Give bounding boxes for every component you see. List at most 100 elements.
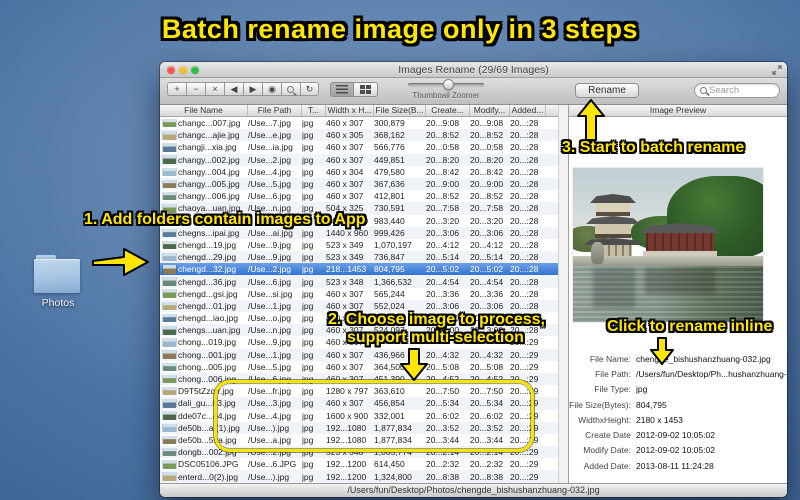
cell-type: jpg — [302, 239, 314, 250]
file-thumbnail — [162, 313, 176, 323]
vertical-scrollbar[interactable] — [558, 105, 568, 483]
cell-type: jpg — [302, 471, 314, 482]
view-mode-toggle — [330, 82, 378, 97]
table-row[interactable]: changy...006.jpg/Use...6.jpg jpg 460 x 307… — [160, 190, 558, 202]
search-icon — [286, 85, 296, 95]
cell-dims: 523 x 348 — [326, 276, 364, 287]
grid-view-button[interactable] — [354, 82, 378, 97]
metadata-value[interactable]: jpg — [636, 384, 647, 394]
file-thumbnail — [162, 301, 176, 311]
cell-path: /Use...4.jpg — [248, 166, 291, 177]
cell-add: 20...:28 — [510, 264, 539, 275]
metadata-value[interactable]: 2012-09-02 10:05:02 — [636, 430, 715, 440]
photos-folder[interactable]: Photos — [34, 255, 84, 313]
cell-mod: 20...3:36 — [470, 288, 504, 299]
table-row[interactable]: chengd...29.jpg/Use...9.jpg jpg 523 x 349 7… — [160, 251, 558, 264]
cell-path: /Use...6.JPG — [248, 459, 297, 470]
table-row[interactable]: changc...ajie.jpg/Use...e.jpg jpg 460 x 30… — [160, 129, 558, 142]
cell-cre: 20...7:58 — [426, 203, 460, 214]
cell-path: /Use...9.jpg — [248, 252, 291, 263]
table-row[interactable]: changy...002.jpg/Use...2.jpg jpg 460 x 307… — [160, 153, 558, 166]
table-row[interactable]: chengd...gsi.jpg/Use...si.jpg jpg 460 x 30… — [160, 288, 558, 300]
cell-type: jpg — [302, 337, 314, 348]
cell-size: 1,324,800 — [374, 471, 412, 482]
search-button[interactable] — [281, 82, 300, 96]
folder-label: Photos — [41, 297, 75, 309]
step2-down-arrow-icon — [400, 348, 428, 381]
metadata-label: Modify Date: — [583, 445, 631, 456]
file-thumbnail — [162, 386, 176, 396]
cell-add: 20...:28 — [510, 118, 539, 129]
cell-dims: 460 x 307 — [326, 288, 364, 299]
table-row[interactable]: DSC05106.JPG/Use...6.JPG jpg 192...1200 614… — [160, 458, 558, 470]
table-row[interactable]: changc...007.jpg/Use...7.jpg jpg 460 x 307… — [160, 117, 558, 129]
metadata-label: WidthxHeight: — [578, 414, 631, 425]
column-header[interactable]: File Size(B... — [374, 105, 426, 116]
cell-cre: 20...3:36 — [426, 288, 460, 299]
file-thumbnail — [162, 411, 176, 420]
table-row[interactable]: chengd...19.jpg/Use...9.jpg jpg 523 x 349 1… — [160, 239, 558, 251]
thumbnail-zoomer-slider[interactable] — [408, 79, 484, 90]
cell-name: chong...001.jpg — [178, 349, 237, 360]
search-field[interactable] — [694, 83, 780, 98]
refresh-button[interactable]: ↻ — [300, 82, 319, 96]
annotation-step2-line1: 2. Choose image to process, — [328, 311, 545, 328]
cell-type: jpg — [302, 325, 314, 336]
remove-button[interactable]: − — [186, 82, 205, 96]
file-thumbnail — [162, 277, 176, 286]
metadata-value[interactable]: 2012-09-02 10:05:02 — [636, 445, 715, 455]
cell-type: jpg — [302, 288, 314, 299]
cell-type: jpg — [302, 191, 314, 202]
cell-dims: 460 x 307 — [326, 142, 364, 153]
slider-knob[interactable] — [442, 79, 454, 90]
column-header[interactable]: File Path — [248, 105, 302, 116]
column-header[interactable]: Added... — [510, 105, 546, 116]
table-header[interactable]: File Name File Path T... Width x H... File S… — [160, 105, 558, 117]
search-input[interactable] — [709, 85, 769, 96]
cell-cre: 20...9:08 — [426, 118, 460, 129]
annotation-step1: 1. Add folders contain images to App — [84, 211, 366, 228]
column-header[interactable]: T... — [302, 105, 326, 116]
resize-icon[interactable] — [772, 65, 782, 75]
metadata-value[interactable]: /Users/fun/Desktop/Ph...hushanzhuang-032… — [636, 369, 787, 379]
cell-dims: 460 x 304 — [326, 166, 364, 177]
cell-size: 367,636 — [374, 179, 405, 190]
table-row[interactable]: chong...005.jpg/Use...5.jpg jpg 460 x 307 3… — [160, 361, 558, 373]
cell-add: 20...:28 — [510, 142, 539, 153]
rename-button[interactable]: Rename — [575, 83, 639, 98]
column-header[interactable]: Create... — [426, 105, 470, 116]
cell-path: /Use...5.jpg — [248, 361, 291, 372]
table-row[interactable]: changy...005.jpg/Use...5.jpg jpg 460 x 307… — [160, 177, 558, 191]
table-row[interactable]: chengd...32.jpg/Use...2.jpg jpg 218...1453… — [160, 263, 558, 276]
column-header[interactable]: Modify... — [470, 105, 510, 116]
previous-button[interactable]: ◀ — [224, 82, 243, 96]
add-button[interactable]: + — [167, 82, 186, 96]
delete-button[interactable]: × — [205, 82, 224, 96]
table-row[interactable]: enterd...0(2).jpg/Use...).jpg jpg 192...12… — [160, 470, 558, 483]
next-button[interactable]: ▶ — [243, 82, 262, 96]
list-view-button[interactable] — [330, 82, 354, 97]
metadata-value[interactable]: 2180 x 1453 — [636, 415, 683, 425]
cell-name: chengs...uan.jpg — [178, 325, 241, 336]
quick-look-button[interactable]: ◉ — [262, 82, 281, 96]
column-header[interactable]: File Name — [160, 105, 248, 116]
cell-size: 1,366,532 — [374, 276, 412, 287]
table-row[interactable]: chong...001.jpg/Use...1.jpg jpg 460 x 307 4… — [160, 348, 558, 361]
cell-name: changc...ajie.jpg — [178, 130, 240, 141]
cell-type: jpg — [302, 252, 314, 263]
column-header[interactable]: Width x H... — [326, 105, 374, 116]
cell-name: changji...xia.jpg — [178, 142, 237, 153]
metadata-value[interactable]: 804,795 — [636, 400, 667, 410]
cell-mod: 20...7:58 — [470, 203, 504, 214]
window-titlebar[interactable]: Images Rename (29/69 Images) — [160, 62, 787, 78]
file-thumbnail — [162, 240, 176, 250]
metadata-value[interactable]: 2013-08-11 11:24:28 — [636, 461, 714, 471]
cell-type: jpg — [302, 118, 314, 129]
table-row[interactable]: changy...004.jpg/Use...4.jpg jpg 460 x 304… — [160, 166, 558, 178]
table-row[interactable]: changji...xia.jpg/Use...ia.jpg jpg 460 x 3… — [160, 141, 558, 153]
file-thumbnail — [162, 131, 176, 140]
cell-cre: 20...8:42 — [426, 166, 460, 177]
cell-mod: 20...8:38 — [470, 471, 504, 482]
cell-type: jpg — [302, 130, 314, 141]
table-row[interactable]: chengd...36.jpg/Use...6.jpg jpg 523 x 348 1… — [160, 275, 558, 288]
